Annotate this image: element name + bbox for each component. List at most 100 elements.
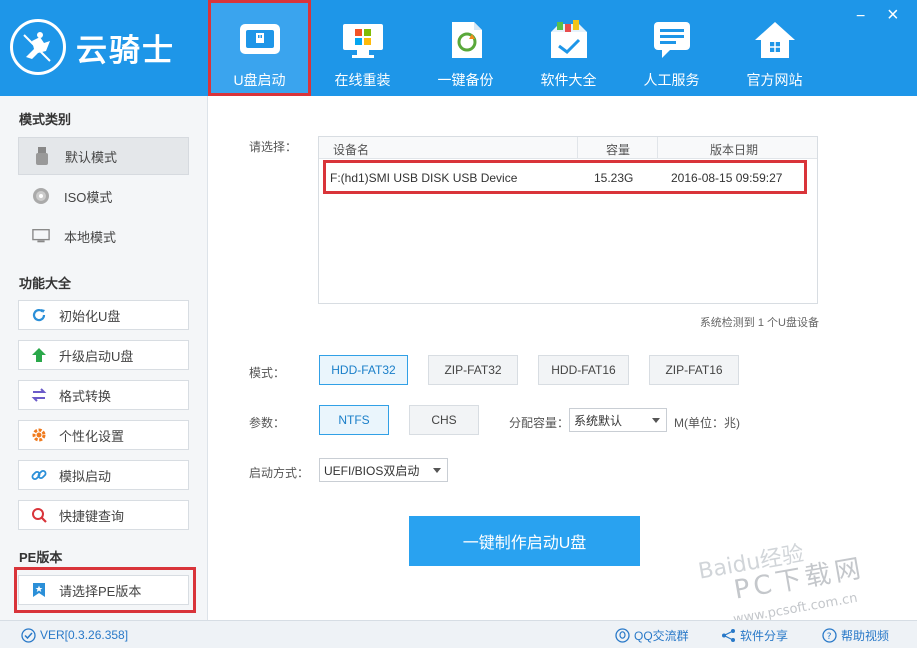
search-icon [31,507,47,523]
param-ntfs[interactable]: NTFS [319,405,389,435]
table-row[interactable]: F:(hd1)SMI USB DISK USB Device 15.23G 20… [323,160,807,194]
param-chs[interactable]: CHS [409,405,479,435]
pe-select-button[interactable]: 请选择PE版本 [18,575,189,605]
logo-text: 云骑士 [76,32,175,69]
backup-doc-icon [444,18,488,62]
device-table: 设备名 容量 版本日期 F:(hd1)SMI USB DISK USB Devi… [318,136,818,304]
header-bar: 云骑士 U盘启动 在线重装 一键备份 软件大全 人工服务 官方网站 − × [0,0,917,96]
boot-label: 启动方式： [249,466,310,480]
footer-bar: VER[0.3.26.358] QQ交流群 软件分享 ? 帮助视频 [0,620,917,648]
nav-usb-boot[interactable]: U盘启动 [208,0,311,96]
mode-hdd-fat32[interactable]: HDD-FAT32 [319,355,408,385]
mode-hdd-fat16[interactable]: HDD-FAT16 [538,355,629,385]
make-boot-usb-button[interactable]: 一键制作启动U盘 [409,516,640,566]
version-info: VER[0.3.26.358] [20,627,128,643]
mode-label: 本地模式 [64,229,117,245]
func-label: 初始化U盘 [59,308,121,324]
share-link[interactable]: 软件分享 [720,627,788,644]
disc-icon [32,187,50,205]
mode-section-title: 模式类别 [19,112,72,127]
nav-label: U盘启动 [233,72,286,88]
sidebar: 模式类别 默认模式 ISO模式 本地模式 功能大全 初始化U盘 升级启动U盘 格… [0,96,208,620]
svg-text:?: ? [826,632,831,642]
mode-local[interactable]: 本地模式 [18,217,189,255]
col-device: 设备名 [333,143,370,157]
nav-label: 一键备份 [437,72,494,88]
check-circle-icon [20,627,36,643]
help-video-link[interactable]: ? 帮助视频 [821,627,889,644]
bookmark-star-icon [31,582,47,598]
alloc-unit: M(单位：兆) [674,416,740,430]
share-icon [720,628,736,644]
func-format-convert[interactable]: 格式转换 [18,380,189,410]
nav-software-center[interactable]: 软件大全 [517,0,620,96]
alloc-select[interactable]: 系统默认 [569,408,667,432]
chat-bubble-icon [650,18,694,62]
home-icon [753,18,797,62]
mode-default[interactable]: 默认模式 [18,137,189,175]
close-button[interactable]: × [887,4,899,27]
func-label: 格式转换 [59,388,112,404]
pe-section-title: PE版本 [19,550,63,565]
arrow-up-icon [31,347,47,363]
help-text: 帮助视频 [841,629,890,643]
alloc-value: 系统默认 [574,413,623,428]
usb-drive-icon [238,18,282,62]
nav-online-reinstall[interactable]: 在线重装 [311,0,414,96]
nav-label: 官方网站 [746,72,803,88]
detect-status: 系统检测到 1 个U盘设备 [699,317,819,329]
windows-monitor-icon [341,18,385,62]
cell-capacity: 15.23G [594,171,634,185]
qq-text: QQ交流群 [634,629,689,643]
nav-label: 人工服务 [643,72,700,88]
share-text: 软件分享 [740,629,789,643]
col-date: 版本日期 [657,137,758,159]
func-label: 个性化设置 [59,428,125,444]
main-panel: 请选择： 设备名 容量 版本日期 F:(hd1)SMI USB DISK USB… [208,96,917,620]
software-box-icon [547,18,591,62]
col-capacity: 容量 [577,137,630,159]
nav-manual-service[interactable]: 人工服务 [620,0,723,96]
mode-zip-fat16[interactable]: ZIP-FAT16 [649,355,739,385]
help-icon: ? [821,628,837,644]
func-label: 模拟启动 [59,468,112,484]
gear-icon [31,427,47,443]
top-nav: U盘启动 在线重装 一键备份 软件大全 人工服务 官方网站 [208,0,826,96]
param-label: 参数： [249,416,286,430]
nav-label: 软件大全 [540,72,597,88]
mode-label: 模式： [249,366,286,380]
app-logo: 云骑士 [10,14,205,80]
func-hotkey-query[interactable]: 快捷键查询 [18,500,189,530]
link-icon [31,467,47,483]
chevron-down-icon [433,468,441,473]
refresh-icon [31,307,47,323]
func-init-usb[interactable]: 初始化U盘 [18,300,189,330]
version-text: VER[0.3.26.358] [40,628,129,642]
boot-select[interactable]: UEFI/BIOS双启动 [319,458,448,482]
func-upgrade-usb[interactable]: 升级启动U盘 [18,340,189,370]
mode-iso[interactable]: ISO模式 [18,177,189,215]
func-label: 升级启动U盘 [59,348,134,364]
mode-label: ISO模式 [64,189,113,205]
func-section-title: 功能大全 [19,276,72,291]
knight-logo-icon [10,19,66,75]
func-simulate-boot[interactable]: 模拟启动 [18,460,189,490]
select-label: 请选择： [249,140,298,154]
boot-value: UEFI/BIOS双启动 [324,463,420,478]
qq-icon [614,628,630,644]
usb-stick-icon [33,147,51,165]
nav-one-key-backup[interactable]: 一键备份 [414,0,517,96]
cell-device: F:(hd1)SMI USB DISK USB Device [330,171,518,185]
minimize-button[interactable]: − [856,8,865,26]
nav-official-site[interactable]: 官方网站 [723,0,826,96]
func-personalize[interactable]: 个性化设置 [18,420,189,450]
nav-label: 在线重装 [334,72,391,88]
chevron-down-icon [652,418,660,423]
mode-zip-fat32[interactable]: ZIP-FAT32 [428,355,518,385]
mode-label: 默认模式 [65,149,118,165]
alloc-label: 分配容量： [509,416,570,430]
qq-group-link[interactable]: QQ交流群 [614,627,689,644]
swap-icon [31,387,47,403]
monitor-icon [32,227,50,245]
func-label: 快捷键查询 [59,508,125,524]
